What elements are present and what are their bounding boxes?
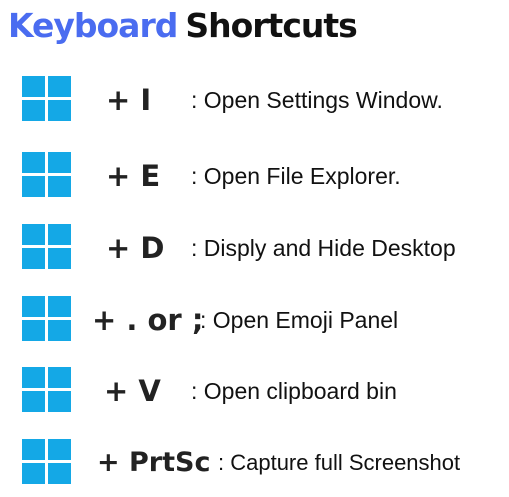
- shortcut-description: : Capture full Screenshot: [218, 450, 461, 475]
- shortcut-row-settings: + I : Open Settings Window.: [0, 70, 509, 130]
- shortcut-row-screenshot: + PrtSc : Capture full Screenshot: [0, 433, 509, 493]
- shortcut-key: + V: [104, 374, 161, 408]
- shortcut-description: : Open File Explorer.: [191, 163, 401, 189]
- shortcut-row-clipboard: + V : Open clipboard bin: [0, 361, 509, 421]
- shortcut-row-desktop: + D : Disply and Hide Desktop: [0, 218, 509, 278]
- windows-logo-icon: [22, 152, 71, 197]
- shortcut-key: + D: [106, 231, 165, 265]
- windows-logo-icon: [22, 439, 71, 484]
- shortcut-description: : Open Settings Window.: [191, 87, 443, 113]
- windows-logo-icon: [22, 296, 71, 341]
- shortcut-description: : Open Emoji Panel: [200, 307, 399, 333]
- title-keyboard: Keyboard: [8, 6, 178, 45]
- windows-logo-icon: [22, 76, 71, 121]
- shortcut-key: + I: [106, 83, 152, 117]
- shortcut-key: + E: [106, 159, 161, 193]
- shortcut-key: + . or ;: [92, 303, 204, 337]
- shortcut-description: : Open clipboard bin: [191, 378, 397, 404]
- shortcut-key: + PrtSc: [97, 447, 211, 478]
- windows-logo-icon: [22, 224, 71, 269]
- title-shortcuts: Shortcuts: [185, 6, 357, 45]
- shortcut-row-emoji: + . or ; : Open Emoji Panel: [0, 290, 509, 350]
- page-title: Keyboard Shortcuts: [8, 0, 358, 52]
- shortcut-row-file-explorer: + E : Open File Explorer.: [0, 146, 509, 206]
- windows-logo-icon: [22, 367, 71, 412]
- shortcut-description: : Disply and Hide Desktop: [191, 235, 456, 261]
